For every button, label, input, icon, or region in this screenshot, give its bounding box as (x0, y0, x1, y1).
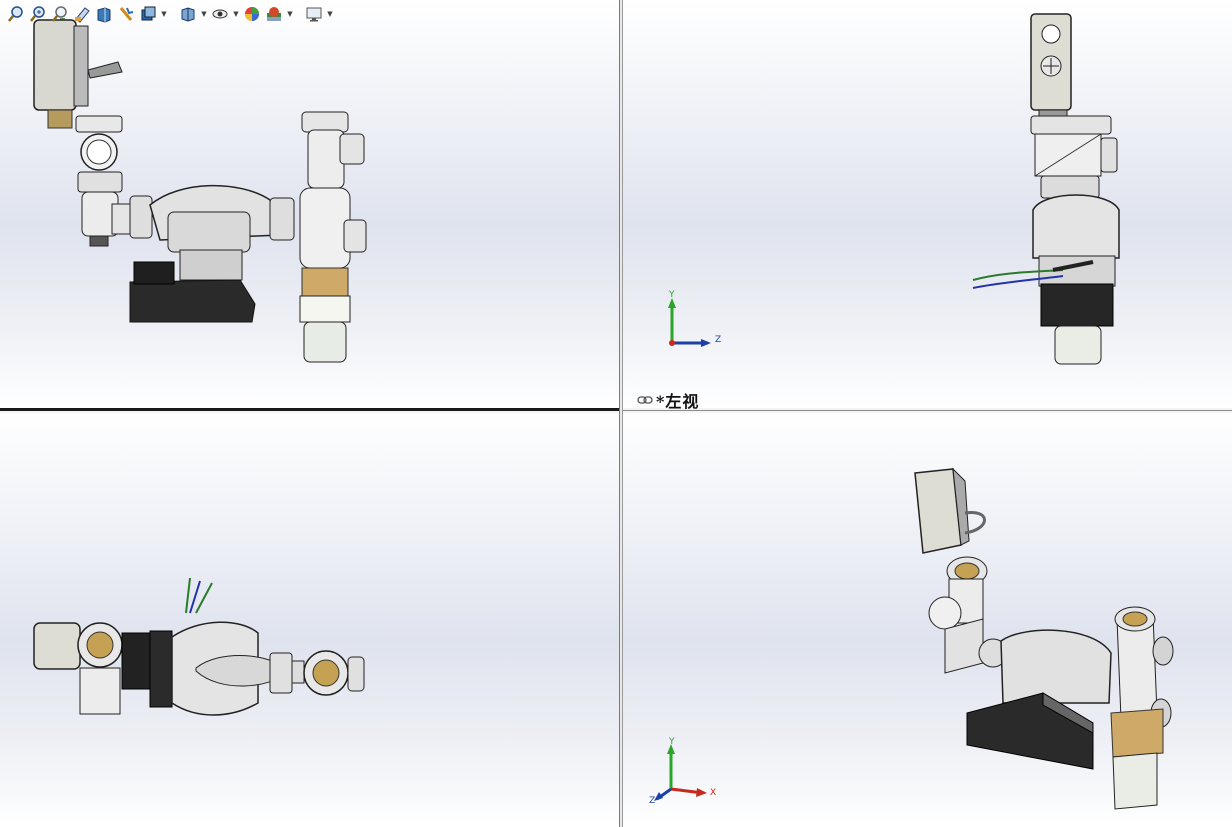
display-style-dropdown[interactable]: ▼ (160, 4, 168, 24)
viewport-left[interactable]: Y Z (623, 0, 1232, 408)
axis-z-label: Z (649, 796, 655, 805)
viewport-front[interactable] (0, 0, 619, 408)
previous-view-icon[interactable] (50, 4, 70, 24)
link-views-icon[interactable] (637, 395, 653, 405)
axis-y-label: Y (668, 290, 675, 300)
hide-show-items-icon[interactable] (178, 4, 198, 24)
zoom-to-area-icon[interactable] (28, 4, 48, 24)
axis-x-label: X (710, 788, 716, 798)
axis-triad-right: Y Z (668, 290, 721, 347)
view-orientation-label: *左视 (637, 388, 699, 412)
scene-dropdown[interactable]: ▼ (286, 4, 294, 24)
heads-up-view-toolbar: ▼ ▼ ▼ ▼ ▼ (6, 3, 334, 25)
section-view-icon[interactable] (72, 4, 92, 24)
view-settings-icon[interactable] (304, 4, 324, 24)
horizontal-splitter[interactable] (0, 408, 1232, 413)
edit-appearance-icon[interactable] (210, 4, 230, 24)
viewport-isometric[interactable]: Y X Z (623, 413, 1232, 827)
front-view-model[interactable] (0, 0, 619, 408)
viewport-top[interactable] (0, 413, 619, 827)
axis-triad-iso: Y X Z (649, 737, 716, 805)
dynamic-annotation-icon[interactable] (94, 4, 114, 24)
zoom-to-fit-icon[interactable] (6, 4, 26, 24)
display-style-icon[interactable] (138, 4, 158, 24)
hide-show-dropdown[interactable]: ▼ (200, 4, 208, 24)
axis-y-label: Y (668, 737, 675, 747)
view-name: *左视 (656, 392, 700, 411)
view-settings-dropdown[interactable]: ▼ (326, 4, 334, 24)
top-view-model[interactable] (0, 413, 619, 827)
vertical-splitter[interactable] (619, 0, 623, 827)
axis-z-label: Z (715, 335, 721, 345)
scene-icon[interactable] (264, 4, 284, 24)
view-orientation-icon[interactable] (116, 4, 136, 24)
apply-scene-icon[interactable] (242, 4, 262, 24)
edit-appearance-dropdown[interactable]: ▼ (232, 4, 240, 24)
